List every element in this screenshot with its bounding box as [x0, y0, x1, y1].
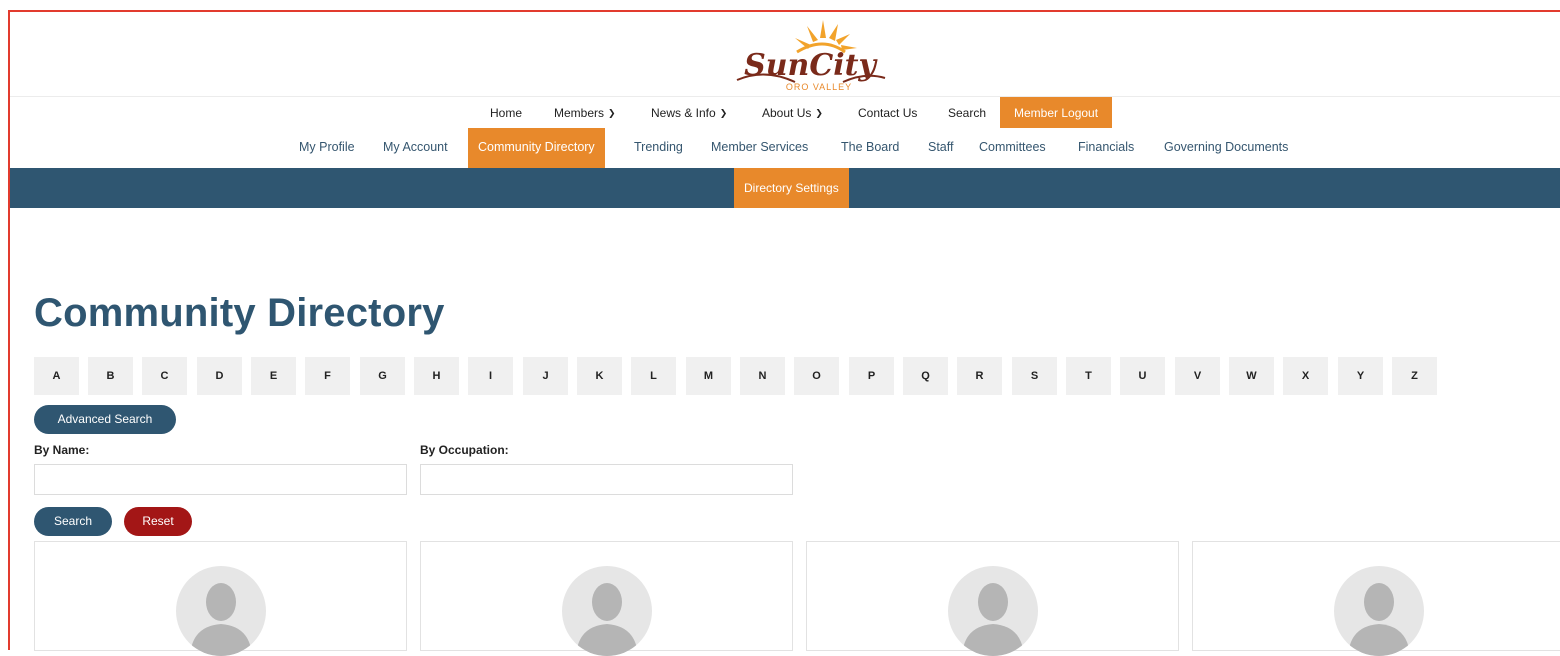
- nav-contact-us-label: Contact Us: [858, 106, 918, 120]
- site-header: SunCity ORO VALLEY: [10, 12, 1560, 96]
- member-card[interactable]: [806, 541, 1179, 656]
- letter-a-button[interactable]: A: [34, 357, 79, 395]
- letter-s-button[interactable]: S: [1012, 357, 1057, 395]
- letter-x-button[interactable]: X: [1283, 357, 1328, 395]
- letter-b-button[interactable]: B: [88, 357, 133, 395]
- nav-about-us-label: About Us: [762, 106, 812, 120]
- person-placeholder-icon: [176, 566, 266, 656]
- member-card[interactable]: [420, 541, 793, 656]
- nav-news-info-label: News & Info: [651, 106, 716, 120]
- letter-r-button[interactable]: R: [957, 357, 1002, 395]
- nav-members[interactable]: Members ❯: [554, 97, 616, 129]
- by-name-label: By Name:: [34, 443, 90, 457]
- letter-t-button[interactable]: T: [1066, 357, 1111, 395]
- chevron-down-icon: ❯: [608, 108, 616, 118]
- members-subnav: My Profile My Account Community Director…: [10, 128, 1560, 168]
- page-title: Community Directory: [34, 291, 445, 335]
- member-card[interactable]: [34, 541, 407, 656]
- subnav-my-account[interactable]: My Account: [383, 128, 448, 168]
- subnav-the-board[interactable]: The Board: [841, 128, 899, 168]
- suncity-logo[interactable]: SunCity ORO VALLEY: [725, 18, 895, 94]
- person-placeholder-icon: [948, 566, 1038, 656]
- nav-news-info[interactable]: News & Info ❯: [651, 97, 727, 129]
- chevron-down-icon: ❯: [719, 108, 728, 118]
- nav-home-label: Home: [490, 106, 523, 120]
- nav-home[interactable]: Home: [490, 97, 522, 129]
- letter-o-button[interactable]: O: [794, 357, 839, 395]
- subnav-governing-documents[interactable]: Governing Documents: [1164, 128, 1288, 168]
- logo-tagline-text: ORO VALLEY: [786, 82, 852, 92]
- letter-k-button[interactable]: K: [577, 357, 622, 395]
- letter-w-button[interactable]: W: [1229, 357, 1274, 395]
- nav-search-label: Search: [948, 106, 987, 120]
- subnav-financials[interactable]: Financials: [1078, 128, 1134, 168]
- subnav-committees[interactable]: Committees: [979, 128, 1046, 168]
- subnav-trending[interactable]: Trending: [634, 128, 683, 168]
- nav-members-label: Members: [554, 106, 605, 120]
- by-occupation-input[interactable]: [420, 464, 793, 495]
- directory-settings-tab[interactable]: Directory Settings: [734, 168, 849, 208]
- subnav-staff[interactable]: Staff: [928, 128, 953, 168]
- letter-g-button[interactable]: G: [360, 357, 405, 395]
- person-placeholder-icon: [562, 566, 652, 656]
- by-occupation-label: By Occupation:: [420, 443, 509, 457]
- letter-e-button[interactable]: E: [251, 357, 296, 395]
- reset-button[interactable]: Reset: [124, 507, 192, 536]
- letter-h-button[interactable]: H: [414, 357, 459, 395]
- letter-d-button[interactable]: D: [197, 357, 242, 395]
- letter-u-button[interactable]: U: [1120, 357, 1165, 395]
- nav-contact-us[interactable]: Contact Us: [858, 97, 917, 129]
- letter-v-button[interactable]: V: [1175, 357, 1220, 395]
- letter-m-button[interactable]: M: [686, 357, 731, 395]
- letter-q-button[interactable]: Q: [903, 357, 948, 395]
- letter-z-button[interactable]: Z: [1392, 357, 1437, 395]
- directory-toolbar: Directory Settings: [10, 168, 1560, 208]
- letter-j-button[interactable]: J: [523, 357, 568, 395]
- nav-search[interactable]: Search: [948, 97, 986, 129]
- member-logout-label: Member Logout: [1014, 106, 1099, 120]
- member-card[interactable]: [1192, 541, 1560, 656]
- letter-c-button[interactable]: C: [142, 357, 187, 395]
- letter-f-button[interactable]: F: [305, 357, 350, 395]
- nav-about-us[interactable]: About Us ❯: [762, 97, 823, 129]
- member-logout-button[interactable]: Member Logout: [1000, 97, 1113, 129]
- letter-n-button[interactable]: N: [740, 357, 785, 395]
- person-placeholder-icon: [1334, 566, 1424, 656]
- letter-i-button[interactable]: I: [468, 357, 513, 395]
- subnav-member-services[interactable]: Member Services: [711, 128, 808, 168]
- subnav-my-profile[interactable]: My Profile: [299, 128, 355, 168]
- letter-l-button[interactable]: L: [631, 357, 676, 395]
- subnav-community-directory[interactable]: Community Directory: [468, 128, 605, 168]
- main-navigation: Home Members ❯ News & Info ❯ About Us ❯ Con…: [10, 96, 1560, 130]
- letter-y-button[interactable]: Y: [1338, 357, 1383, 395]
- advanced-search-button[interactable]: Advanced Search: [34, 405, 176, 434]
- search-button[interactable]: Search: [34, 507, 112, 536]
- by-name-input[interactable]: [34, 464, 407, 495]
- letter-p-button[interactable]: P: [849, 357, 894, 395]
- chevron-down-icon: ❯: [815, 108, 823, 118]
